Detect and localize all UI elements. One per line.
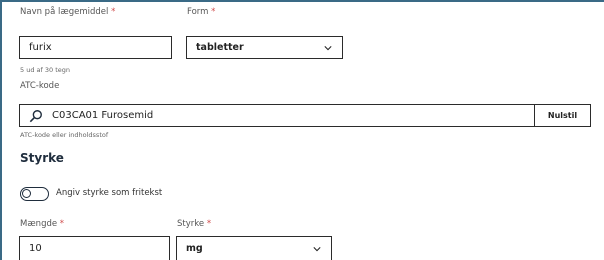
strength-heading: Styrke bbox=[20, 151, 64, 165]
freetext-toggle-label: Angiv styrke som fritekst bbox=[56, 188, 163, 198]
name-label-text: Navn på lægemiddel bbox=[20, 7, 109, 17]
atc-search-row: C03CA01 Furosemid Nulstil bbox=[19, 104, 591, 127]
name-char-count: 5 ud af 30 tegn bbox=[20, 66, 70, 74]
name-input[interactable]: furix bbox=[19, 36, 172, 59]
required-marker: * bbox=[211, 7, 216, 17]
amount-input-value: 10 bbox=[29, 243, 42, 254]
required-marker: * bbox=[59, 219, 65, 229]
amount-input[interactable]: 10 bbox=[19, 236, 170, 260]
chevron-down-icon bbox=[324, 45, 332, 50]
search-icon bbox=[29, 109, 42, 122]
name-label: Navn på lægemiddel * bbox=[20, 7, 115, 17]
form-label: Form * bbox=[187, 7, 215, 17]
amount-label-text: Mængde bbox=[20, 219, 58, 229]
toggle-knob bbox=[22, 189, 31, 198]
amount-label: Mængde * bbox=[20, 219, 64, 229]
form-label-text: Form bbox=[187, 7, 209, 17]
atc-hint: ATC-kode eller indholdsstof bbox=[20, 131, 109, 139]
required-marker: * bbox=[111, 7, 116, 17]
atc-search-input[interactable]: C03CA01 Furosemid bbox=[20, 105, 534, 126]
required-marker: * bbox=[206, 219, 212, 229]
chevron-down-icon bbox=[313, 246, 321, 251]
reset-button[interactable]: Nulstil bbox=[534, 105, 590, 126]
freetext-toggle[interactable] bbox=[20, 187, 49, 201]
name-input-value: furix bbox=[29, 42, 52, 53]
atc-label: ATC-kode bbox=[20, 81, 60, 91]
strength-unit-select[interactable]: mg bbox=[176, 236, 332, 260]
strength-unit-value: mg bbox=[186, 243, 203, 254]
form-select[interactable]: tabletter bbox=[186, 36, 343, 59]
atc-search-value: C03CA01 Furosemid bbox=[52, 110, 154, 121]
strength-unit-label: Styrke * bbox=[177, 219, 211, 229]
form-select-value: tabletter bbox=[196, 42, 244, 53]
strength-unit-label-text: Styrke bbox=[177, 219, 205, 229]
